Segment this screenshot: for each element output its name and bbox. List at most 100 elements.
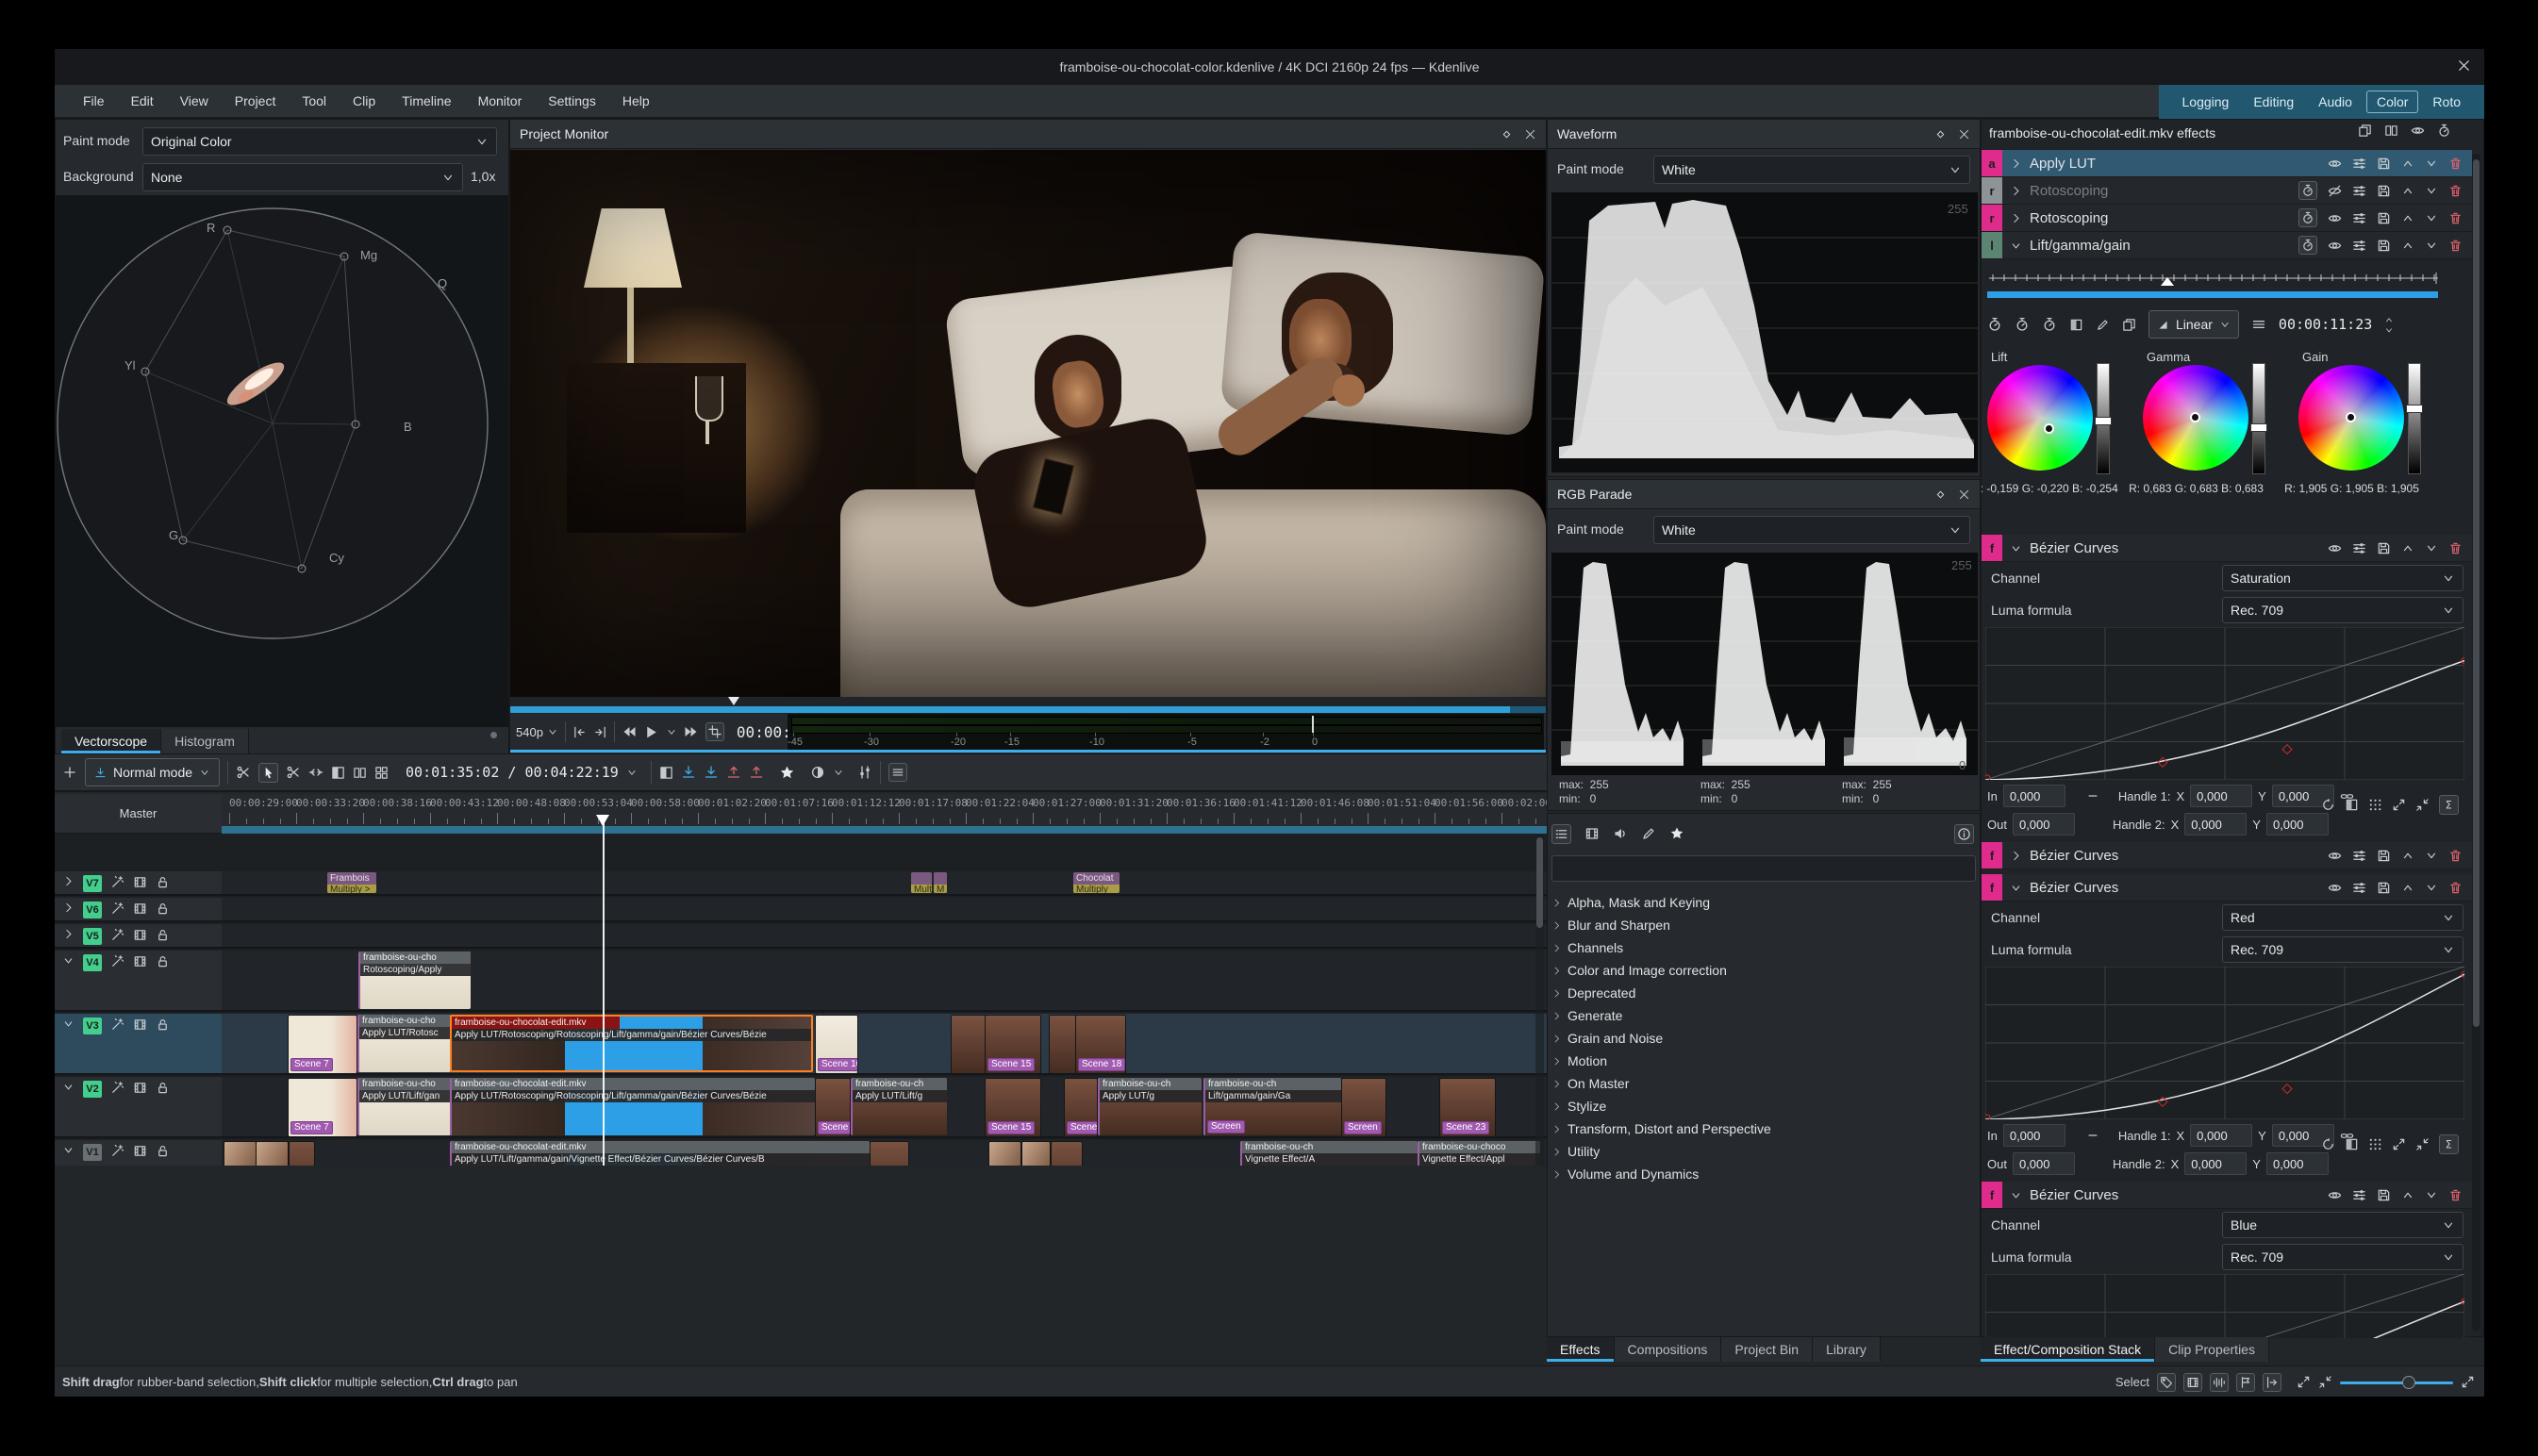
luma-formula-select[interactable]: Rec. 709 [2222,936,2463,963]
parade-paint-mode-select[interactable]: White [1653,516,1970,544]
tab-project-bin[interactable]: Project Bin [1721,1337,1813,1362]
timeline-vscrollbar-thumb[interactable] [1536,837,1543,928]
timeline-clip[interactable]: Apply LUT/Lift/gframboise-ou-ch [851,1078,947,1135]
track-head-v6[interactable]: V6 [55,898,222,922]
menu-project[interactable]: Project [222,93,290,108]
menu-settings[interactable]: Settings [535,93,609,108]
timeline-clip[interactable]: Scene 18 [1075,1015,1126,1074]
collapse-effect-icon[interactable] [2010,240,2022,252]
razor-tool-icon[interactable] [286,765,301,780]
fit-timeline-icon[interactable] [2461,1375,2475,1389]
save-effect-icon[interactable] [2377,1188,2391,1202]
effect-category-stylize[interactable]: Stylize [1551,1095,1976,1117]
collapse-effect-icon[interactable] [2010,542,2022,554]
expand-effect-icon[interactable] [2010,212,2022,224]
collapse-track-icon[interactable] [62,1081,75,1093]
tab-vectorscope[interactable]: Vectorscope [61,729,161,753]
track-label-v5[interactable]: V5 [83,928,102,945]
timeline-clip[interactable] [224,1141,257,1166]
keyframe-interpolation-select[interactable]: Linear [2148,310,2239,339]
track-lock-icon[interactable] [156,954,170,968]
show-grid-icon[interactable] [2368,798,2382,812]
track-lane-v1[interactable]: e 6Apply LUT/Lift/gamma/gain/Vignette Ef… [222,1140,1547,1166]
track-head-v1[interactable]: V1 [55,1140,222,1166]
select-tag-button[interactable] [2157,1373,2176,1392]
delete-effect-icon[interactable] [2448,541,2463,555]
save-effect-icon[interactable] [2377,211,2391,225]
channel-select[interactable]: Saturation [2222,565,2463,591]
move-effect-down-icon[interactable] [2425,211,2438,224]
handle2-x-value[interactable]: 0,000 [2184,1152,2247,1175]
move-effect-up-icon[interactable] [2401,541,2414,554]
select-flag-button[interactable] [2236,1373,2255,1392]
track-lock-icon[interactable] [156,1144,170,1158]
delete-effect-icon[interactable] [2448,881,2463,895]
track-effects-icon[interactable] [110,1018,124,1032]
keyframe-timecode[interactable]: 00:00:11:23 [2279,316,2372,333]
wheel-slider-handle[interactable] [2250,423,2267,432]
effect-presets-icon[interactable] [2352,157,2366,171]
timeline-clip[interactable]: Lift/gamma/gain/Gaframboise-ou-chScreen [1203,1078,1341,1135]
timeline-clip[interactable]: Scene 23 [1439,1078,1496,1137]
move-effect-down-icon[interactable] [2425,1188,2438,1201]
luma-formula-select[interactable]: Rec. 709 [2222,597,2463,623]
shrink-curve-icon[interactable] [2415,1137,2430,1151]
effect-enabled-eye-icon[interactable] [2328,1188,2342,1202]
collapse-effect-icon[interactable] [2010,882,2022,894]
timeline-clip[interactable]: Scene 7 [288,1078,357,1137]
handle1-x-value[interactable]: 0,000 [2190,1124,2252,1147]
rewind-button[interactable] [622,724,637,739]
tab-histogram[interactable]: Histogram [161,729,249,753]
effect-category-deprecated[interactable]: Deprecated [1551,982,1976,1004]
tab-clip-properties[interactable]: Clip Properties [2155,1337,2269,1362]
timeline-clip[interactable]: Scene [815,1078,851,1137]
effect-row-apply-lut[interactable]: aApply LUT [1982,150,2472,177]
out-value[interactable]: 0,000 [2013,813,2075,836]
effect-category-on-master[interactable]: On Master [1551,1072,1976,1095]
keyframe-ruler[interactable] [1987,271,2440,288]
track-lock-icon[interactable] [156,1018,170,1032]
audio-effects-filter-icon[interactable] [1613,826,1628,841]
move-effect-down-icon[interactable] [2425,157,2438,170]
effect-row-rotoscoping[interactable]: rRotoscoping [1982,177,2472,205]
mixer-icon[interactable] [857,765,872,780]
move-effect-up-icon[interactable] [2401,184,2414,197]
track-head-v4[interactable]: V4 [55,951,222,1012]
waveform-paint-mode-select[interactable]: White [1653,156,1970,184]
timeline-clip[interactable]: Vignette Effect/Aframboise-ou-ch [1240,1141,1418,1166]
shrink-curve-icon[interactable] [2415,798,2430,812]
menu-help[interactable]: Help [609,93,663,108]
curve-editor-red[interactable] [1985,967,2464,1119]
color-wheel-gamma[interactable] [2143,365,2248,471]
timeline-clip[interactable]: e 6 [289,1141,315,1166]
timeline-clip[interactable]: Apply LUT/Rotoscoping/Rotoscoping/Lift/g… [450,1015,813,1072]
timeline-clip[interactable]: Vignette Effect/Applframboise-ou-choco [1418,1141,1540,1166]
effects-info-button[interactable] [1954,824,1974,844]
copy-keyframes-icon[interactable] [2122,318,2136,332]
handle1-x-value[interactable]: 0,000 [2190,785,2252,807]
move-effect-down-icon[interactable] [2425,541,2438,554]
show-grid-icon[interactable] [2368,1137,2382,1151]
track-lane-v3[interactable]: Scene 7Apply LUT/Rotoscframboise-ou-choA… [222,1014,1547,1075]
effect-row-rotoscoping[interactable]: rRotoscoping [1982,205,2472,232]
timeline-timecode[interactable]: 00:01:35:02 / 00:04:22:19 [406,764,619,781]
effect-category-blur-and-sharpen[interactable]: Blur and Sharpen [1551,914,1976,936]
gradient-background-icon[interactable] [2345,798,2359,812]
track-lane-v5[interactable] [222,924,1547,949]
play-button[interactable] [643,724,659,740]
timeline-zone-bar[interactable] [222,826,1547,834]
track-video-icon[interactable] [133,928,147,942]
previous-keyframe-icon[interactable] [2015,317,2030,332]
menu-tool[interactable]: Tool [289,93,340,108]
effect-category-alpha-mask-and-keying[interactable]: Alpha, Mask and Keying [1551,891,1976,914]
track-video-icon[interactable] [133,875,147,889]
effect-stack-scrollbar[interactable] [2472,154,2480,1331]
timeline-clip[interactable]: Apply LUT/Rotoscframboise-ou-cho [357,1015,451,1072]
track-video-icon[interactable] [133,1081,147,1095]
timeline-clip[interactable]: Apply LUT/gframboise-ou-ch [1098,1078,1202,1135]
timeline-clip[interactable] [1049,1015,1077,1074]
monitor-resolution-select[interactable]: 540p [516,725,558,739]
tab-effects[interactable]: Effects [1547,1337,1615,1362]
duplicate-keyframe-icon[interactable] [2069,318,2083,332]
expand-effect-icon[interactable] [2010,157,2022,170]
